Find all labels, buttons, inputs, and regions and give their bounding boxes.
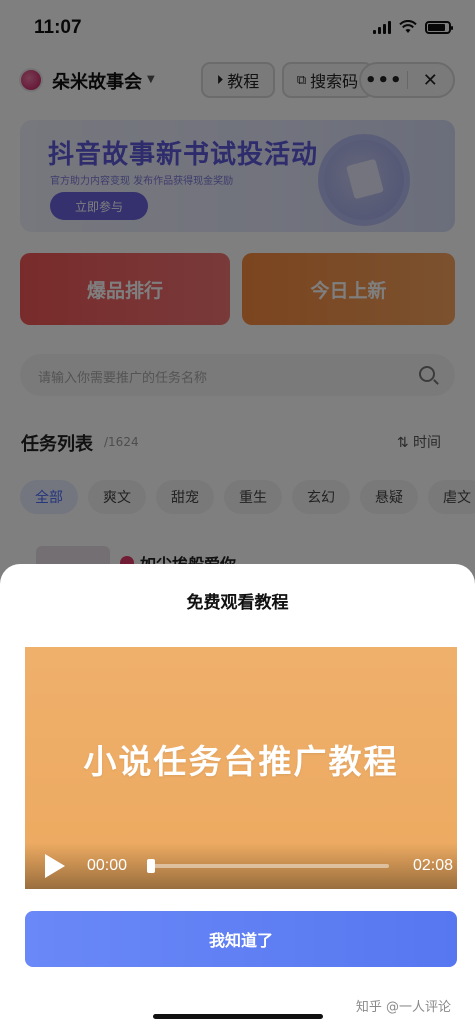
- sheet-title: 免费观看教程: [186, 593, 289, 613]
- video-controls: 00:00 02:08: [25, 843, 457, 889]
- play-icon[interactable]: [45, 854, 65, 878]
- got-it-button[interactable]: 我知道了: [25, 911, 457, 967]
- video-progress-handle[interactable]: [147, 859, 155, 873]
- watermark: 知乎 @一人评论: [355, 1000, 451, 1015]
- video-progress-bar[interactable]: [151, 864, 389, 868]
- video-caption: 小说任务台推广教程: [83, 742, 399, 781]
- video-total-time: 02:08: [412, 857, 453, 874]
- home-indicator: [153, 1014, 323, 1019]
- video-current-time: 00:00: [87, 857, 128, 874]
- tutorial-video-player[interactable]: 小说任务台推广教程 00:00 02:08: [25, 647, 457, 889]
- tutorial-bottom-sheet: 免费观看教程 小说任务台推广教程 00:00 02:08 我知道了 知乎 @一人…: [0, 564, 475, 1028]
